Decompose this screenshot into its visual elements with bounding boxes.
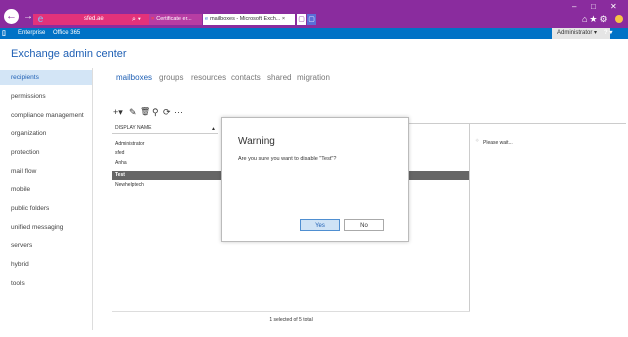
- tab-label: Certificate er...: [156, 16, 192, 22]
- new-tab-button[interactable]: ▢: [297, 14, 306, 25]
- browser-chrome: ← → e sfed.ae ⌕ ▾ × Certificate er... e ma…: [0, 0, 628, 28]
- more-icon[interactable]: ···: [174, 106, 183, 118]
- page-title: Exchange admin center: [11, 48, 127, 60]
- office-logo-icon[interactable]: ▯: [2, 28, 10, 39]
- tab-label: mailboxes - Microsoft Exch...: [210, 16, 281, 22]
- browser-tools-icons[interactable]: ⌂★⚙: [582, 14, 610, 25]
- dialog-message: Are you sure you want to disable "Test"?: [238, 156, 337, 162]
- add-icon[interactable]: +▾: [113, 106, 123, 118]
- address-search-icon[interactable]: ⌕ ▾: [132, 14, 141, 25]
- forward-button[interactable]: →: [23, 10, 33, 23]
- address-text[interactable]: sfed.ae: [84, 14, 104, 25]
- back-arrow-icon: ←: [6, 10, 17, 22]
- back-button[interactable]: ←: [4, 9, 19, 24]
- nav-item-public-folders[interactable]: public folders: [0, 201, 92, 216]
- divider: [112, 311, 470, 312]
- dialog-title: Warning: [238, 136, 275, 147]
- tab-mailboxes[interactable]: e mailboxes - Microsoft Exch... ×: [203, 14, 295, 25]
- search-icon[interactable]: ⚲: [152, 106, 159, 118]
- nav-item-mobile[interactable]: mobile: [0, 182, 92, 197]
- selection-status: 1 selected of 5 total: [269, 317, 313, 323]
- refresh-icon[interactable]: ⟳: [163, 106, 171, 118]
- divider: [408, 123, 626, 124]
- warning-dialog: Warning Are you sure you want to disable…: [221, 117, 409, 242]
- nav-item-permissions[interactable]: permissions: [0, 89, 92, 104]
- tab-close-icon[interactable]: ×: [282, 16, 285, 22]
- o365-navbar: ▯ Enterprise Office 365 Administrator ▾ …: [0, 28, 628, 39]
- close-button[interactable]: ✕: [610, 2, 617, 12]
- nav-item-servers[interactable]: servers: [0, 238, 92, 253]
- minimize-button[interactable]: –: [572, 2, 576, 12]
- office365-link[interactable]: Office 365: [53, 28, 80, 39]
- nav-item-recipients[interactable]: recipients: [0, 70, 92, 85]
- loading-spinner-icon: ⁘: [475, 138, 480, 144]
- tab-mailboxes[interactable]: mailboxes: [116, 73, 152, 82]
- nav-item-hybrid[interactable]: hybrid: [0, 257, 92, 272]
- enterprise-link[interactable]: Enterprise: [18, 28, 45, 39]
- ie-icon: e: [37, 14, 44, 25]
- left-nav: recipients permissions compliance manage…: [0, 68, 93, 330]
- tab-shared[interactable]: shared: [267, 73, 291, 82]
- column-header-display-name[interactable]: DISPLAY NAME: [112, 123, 218, 134]
- tab-contacts[interactable]: contacts: [231, 73, 261, 82]
- tab-list-icon[interactable]: ▢: [307, 14, 316, 25]
- nav-item-mail-flow[interactable]: mail flow: [0, 164, 92, 179]
- user-menu[interactable]: Administrator ▾: [552, 28, 610, 39]
- no-button[interactable]: No: [344, 219, 384, 231]
- nav-item-tools[interactable]: tools: [0, 276, 92, 291]
- nav-item-compliance[interactable]: compliance management: [0, 108, 92, 123]
- page-icon: e: [205, 16, 209, 22]
- divider: [469, 123, 470, 311]
- sort-ascending-icon[interactable]: ▲: [211, 124, 216, 134]
- yes-button[interactable]: Yes: [300, 219, 340, 231]
- delete-icon[interactable]: 🗑: [140, 106, 150, 118]
- feedback-smiley-icon[interactable]: [615, 15, 623, 23]
- nav-item-organization[interactable]: organization: [0, 126, 92, 141]
- help-menu[interactable]: ? ▾: [604, 28, 628, 39]
- nav-item-unified-messaging[interactable]: unified messaging: [0, 220, 92, 235]
- tab-certificate-error[interactable]: × Certificate er...: [149, 14, 202, 25]
- details-loading-text: Please wait...: [483, 140, 513, 146]
- tab-groups[interactable]: groups: [159, 73, 183, 82]
- nav-item-protection[interactable]: protection: [0, 145, 92, 160]
- edit-icon[interactable]: ✎: [129, 106, 137, 118]
- tab-resources[interactable]: resources: [191, 73, 226, 82]
- tab-migration[interactable]: migration: [297, 73, 330, 82]
- maximize-button[interactable]: □: [591, 2, 596, 12]
